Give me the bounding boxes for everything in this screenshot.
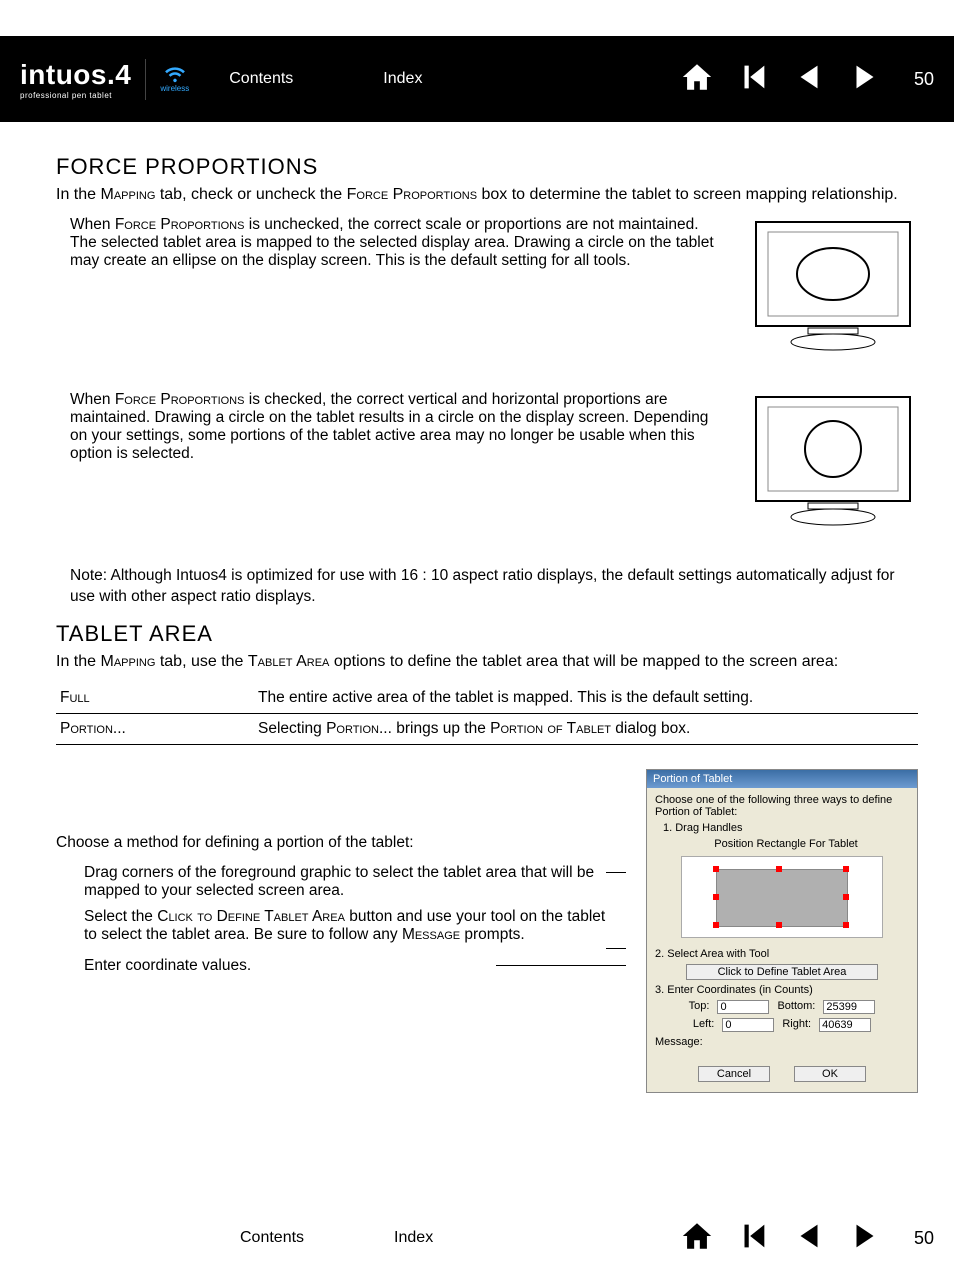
bottom-field[interactable]: 25399 [823,1000,875,1014]
ok-button[interactable]: OK [794,1066,866,1082]
portion-of-tablet-dialog: Portion of Tablet Choose one of the foll… [646,769,918,1093]
section-title-force-proportions: FORCE PROPORTIONS [56,154,918,180]
dialog-step3: 3. Enter Coordinates (in Counts) [655,984,909,996]
force-proportions-intro: In the Mapping tab, check or uncheck the… [56,184,918,206]
section-title-tablet-area: TABLET AREA [56,621,918,647]
page-number: 50 [914,69,934,90]
bottom-label: Bottom: [777,1000,815,1014]
footer-bar: Contents Index 50 [0,1203,954,1273]
logo: intuos.4 professional pen tablet [20,59,146,100]
page-number-footer: 50 [914,1228,934,1249]
dialog-intro-text: Choose one of the following three ways t… [655,794,909,818]
dialog-step1-sub: Position Rectangle For Tablet [663,838,909,850]
home-icon[interactable] [680,60,714,99]
message-label: Message: [655,1036,909,1048]
logo-subtext: professional pen tablet [20,91,112,100]
index-link[interactable]: Index [383,70,422,88]
click-to-define-button[interactable]: Click to Define Tablet Area [686,964,878,980]
top-field[interactable]: 0 [717,1000,769,1014]
contents-link-footer[interactable]: Contents [240,1229,304,1247]
ellipse-monitor-illustration [748,216,918,361]
list-item: Select the Click to Define Tablet Area b… [84,908,626,949]
home-icon[interactable] [680,1219,714,1258]
logo-text: intuos.4 [20,59,131,91]
dialog-titlebar: Portion of Tablet [647,770,917,788]
prev-page-icon[interactable] [792,1219,826,1258]
next-page-icon[interactable] [848,60,882,99]
list-item: Enter coordinate values. [84,957,626,975]
dialog-step2: 2. Select Area with Tool [655,948,909,960]
header-links: Contents Index [229,70,422,88]
option-portion-desc: Selecting Portion... brings up the Porti… [254,714,918,745]
option-portion-label: Portion... [60,720,126,737]
footer-links: Contents Index [240,1229,433,1247]
table-row: Full The entire active area of the table… [56,683,918,714]
first-page-icon[interactable] [736,1219,770,1258]
list-item: Drag corners of the foreground graphic t… [84,864,626,900]
header-bar: intuos.4 professional pen tablet wireles… [0,36,954,122]
table-row: Portion... Selecting Portion... brings u… [56,714,918,745]
wireless-icon: wireless [160,66,189,93]
drag-handles-area[interactable] [681,856,883,938]
option-full-desc: The entire active area of the tablet is … [254,683,918,714]
option-full-label: Full [60,689,90,706]
tablet-area-options-table: Full The entire active area of the table… [56,683,918,745]
index-link-footer[interactable]: Index [394,1229,433,1247]
next-page-icon[interactable] [848,1219,882,1258]
dialog-step1: 1. Drag Handles [663,822,909,834]
right-label: Right: [782,1018,811,1032]
left-field[interactable]: 0 [722,1018,774,1032]
circle-monitor-illustration [748,391,918,536]
aspect-ratio-note: Note: Although Intuos4 is optimized for … [70,566,918,608]
contents-link[interactable]: Contents [229,70,293,88]
unchecked-paragraph: When Force Proportions is unchecked, the… [56,216,718,270]
left-label: Left: [693,1018,714,1032]
prev-page-icon[interactable] [792,60,826,99]
cancel-button[interactable]: Cancel [698,1066,770,1082]
first-page-icon[interactable] [736,60,770,99]
tablet-area-intro: In the Mapping tab, use the Tablet Area … [56,651,918,673]
checked-paragraph: When Force Proportions is checked, the c… [56,391,718,463]
right-field[interactable]: 40639 [819,1018,871,1032]
portion-instructions: Choose a method for defining a portion o… [56,769,626,983]
top-label: Top: [689,1000,710,1014]
